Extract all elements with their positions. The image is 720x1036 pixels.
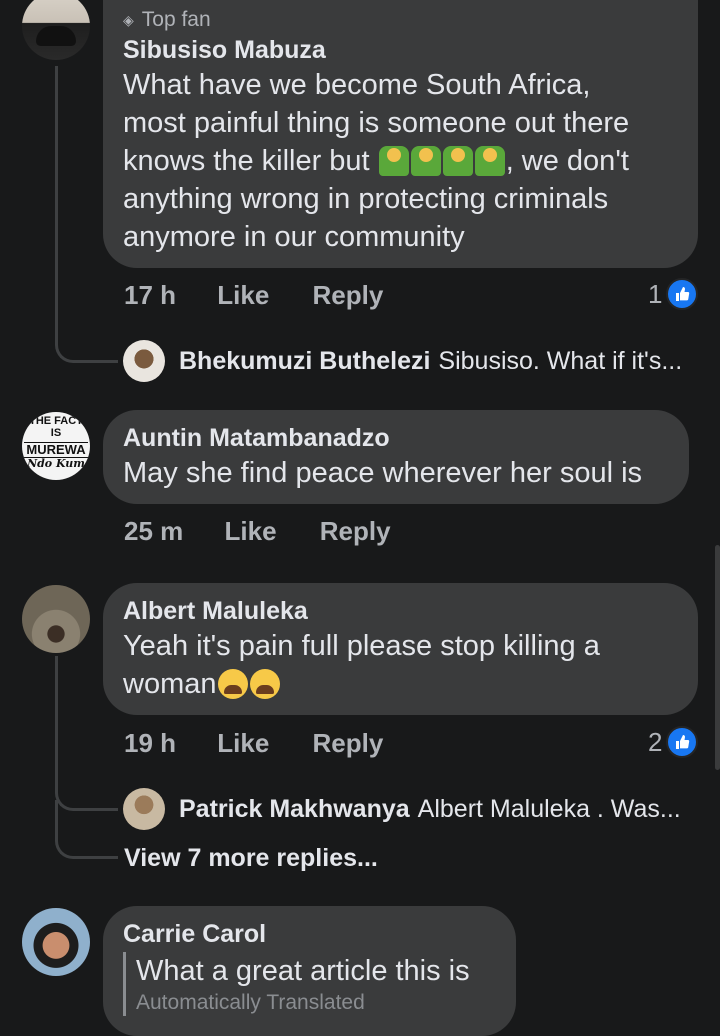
reaction-count: 2 — [648, 726, 663, 757]
comment-bubble[interactable]: ◈ Top fan Sibusiso Mabuza What have we b… — [103, 0, 698, 268]
man-shrugging-emoji — [410, 146, 441, 176]
reaction-summary[interactable]: 2 — [648, 726, 699, 758]
comment-text: What have we become South Africa, most p… — [123, 69, 630, 253]
like-button[interactable]: Like — [225, 516, 277, 546]
thumbs-up-icon — [666, 278, 699, 310]
comment-author[interactable]: Auntin Matambanadzo — [123, 422, 669, 454]
comment-actions: 17 h Like Reply — [124, 280, 419, 311]
avatar[interactable] — [22, 0, 90, 60]
reply-preview[interactable]: Patrick Makhwanya Albert Maluleka . Was.… — [123, 788, 681, 830]
reply-button[interactable]: Reply — [313, 280, 384, 310]
comment-text: May she find peace wherever her soul is — [123, 457, 643, 489]
comment-actions: 25 m Like Reply — [124, 516, 427, 547]
comment-text: What a great article this is — [136, 955, 470, 987]
reaction-count: 1 — [648, 278, 663, 309]
avatar[interactable] — [22, 585, 90, 653]
thread-line — [55, 656, 58, 756]
reply-author[interactable]: Bhekumuzi Buthelezi — [179, 347, 430, 376]
comment-bubble[interactable]: Albert Maluleka Yeah it's pain full plea… — [103, 583, 698, 715]
timestamp[interactable]: 17 h — [124, 280, 176, 310]
translated-quote: What a great article this is Automatical… — [123, 952, 496, 1016]
thread-connector — [55, 290, 118, 363]
man-shrugging-emoji — [378, 146, 409, 176]
crying-face-emoji — [249, 669, 280, 699]
crying-face-emoji — [217, 669, 248, 699]
comment-author[interactable]: Albert Maluleka — [123, 595, 678, 627]
man-shrugging-emoji — [474, 146, 505, 176]
reply-preview[interactable]: Bhekumuzi Buthelezi Sibusiso. What if it… — [123, 340, 682, 382]
translation-label[interactable]: Automatically Translated — [136, 990, 496, 1016]
diamond-icon: ◈ — [123, 11, 134, 28]
timestamp[interactable]: 19 h — [124, 728, 176, 758]
like-button[interactable]: Like — [217, 280, 269, 310]
comment-bubble[interactable]: Carrie Carol What a great article this i… — [103, 906, 516, 1036]
avatar[interactable] — [123, 340, 165, 382]
like-button[interactable]: Like — [217, 728, 269, 758]
reply-author[interactable]: Patrick Makhwanya — [179, 795, 410, 824]
avatar[interactable]: THE FACT IS MUREWA Ndo Kum — [22, 412, 90, 480]
view-more-replies-link[interactable]: View 7 more replies... — [124, 844, 378, 873]
reply-button[interactable]: Reply — [320, 516, 391, 546]
comment-actions: 19 h Like Reply — [124, 728, 419, 759]
reply-text: Sibusiso. What if it's... — [438, 346, 683, 375]
comment-author[interactable]: Sibusiso Mabuza — [123, 34, 678, 66]
man-shrugging-emoji — [442, 146, 473, 176]
comment-bubble[interactable]: Auntin Matambanadzo May she find peace w… — [103, 410, 689, 504]
thread-line — [55, 66, 58, 292]
comment-author[interactable]: Carrie Carol — [123, 918, 496, 950]
scrollbar[interactable] — [715, 545, 720, 770]
top-fan-badge: ◈ Top fan — [123, 6, 678, 34]
avatar[interactable] — [22, 908, 90, 976]
thumbs-up-icon — [666, 726, 699, 758]
timestamp[interactable]: 25 m — [124, 516, 183, 546]
comment-text: Yeah it's pain full please stop killing … — [123, 630, 600, 700]
reaction-summary[interactable]: 1 — [648, 278, 699, 310]
thread-connector — [55, 800, 118, 859]
avatar[interactable] — [123, 788, 165, 830]
reply-button[interactable]: Reply — [313, 728, 384, 758]
reply-text: Albert Maluleka . Was... — [417, 794, 681, 823]
badge-label: Top fan — [141, 8, 211, 31]
